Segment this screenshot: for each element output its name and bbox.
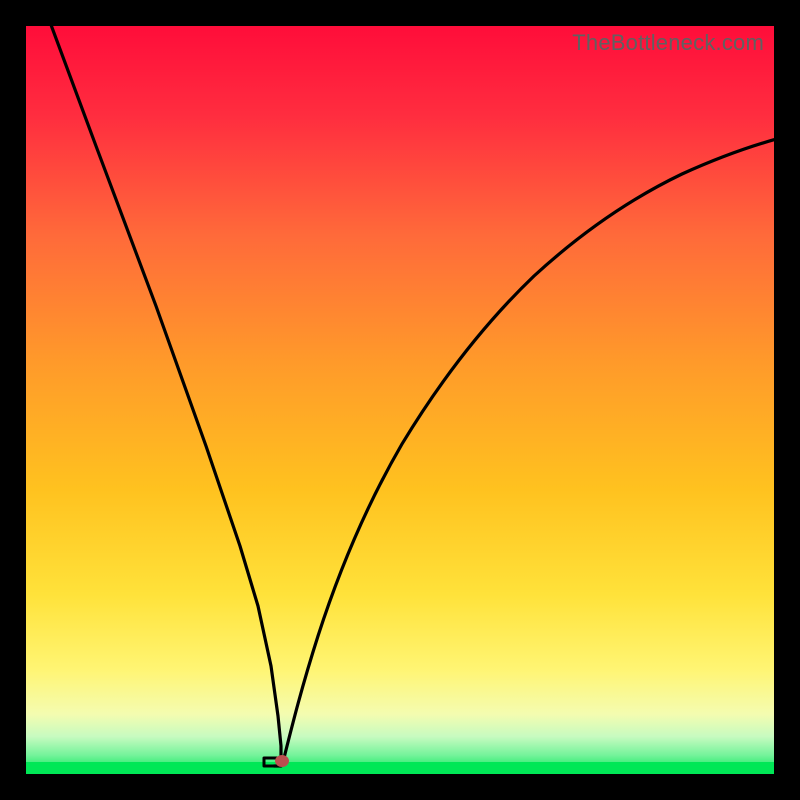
- chart-frame: TheBottleneck.com: [0, 0, 800, 800]
- watermark-text: TheBottleneck.com: [572, 30, 764, 56]
- curve-right-branch: [284, 134, 774, 758]
- curve-left-branch: [44, 26, 281, 766]
- plot-area: TheBottleneck.com: [26, 26, 774, 774]
- minimum-marker-dot: [275, 755, 289, 767]
- bottleneck-curve: [26, 26, 774, 774]
